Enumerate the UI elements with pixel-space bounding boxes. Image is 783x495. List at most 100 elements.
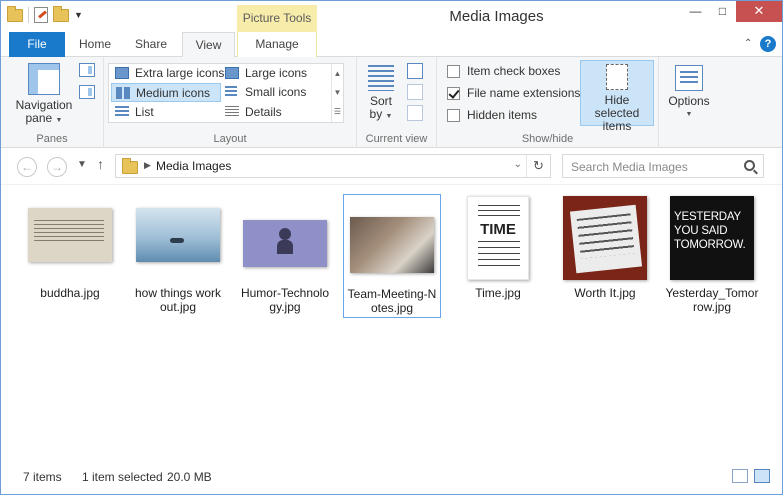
maximize-button[interactable]: □ bbox=[709, 1, 736, 22]
file-item-selected[interactable]: Team-Meeting-Notes.jpg bbox=[343, 194, 441, 318]
group-label-show-hide: Show/hide bbox=[521, 133, 574, 145]
breadcrumb-current[interactable]: Media Images bbox=[156, 159, 231, 173]
time-thumbnail-text: TIME bbox=[480, 221, 516, 238]
minimize-button[interactable]: — bbox=[682, 1, 709, 22]
large-icons-icon bbox=[225, 67, 239, 79]
address-bar[interactable]: ▶ Media Images ⌄ ↻ bbox=[115, 154, 551, 178]
file-label: Worth It.jpg bbox=[574, 286, 636, 300]
time-thumbnail: TIME bbox=[467, 196, 529, 280]
item-check-boxes-label: Item check boxes bbox=[467, 64, 561, 78]
file-name-extensions-label: File name extensions bbox=[467, 86, 581, 100]
item-check-boxes-checkbox[interactable] bbox=[447, 64, 460, 78]
breadcrumb-separator-icon[interactable]: ▶ bbox=[144, 160, 151, 171]
hide-selected-label-2: items bbox=[602, 119, 632, 133]
back-button[interactable]: ← bbox=[17, 157, 37, 177]
layout-extra-large-icons[interactable]: Extra large icons bbox=[111, 64, 225, 83]
title-bar: ▼ Picture Tools Media Images — □ ✕ bbox=[1, 1, 782, 32]
options-button[interactable]: Options ▼ bbox=[664, 65, 714, 121]
forward-button[interactable]: → bbox=[47, 157, 67, 177]
layout-list[interactable]: List bbox=[111, 103, 221, 122]
tab-share[interactable]: Share bbox=[123, 32, 179, 57]
layout-medium-label: Medium icons bbox=[136, 86, 211, 100]
team-meeting-thumbnail bbox=[350, 217, 434, 273]
navigation-bar: ← → ▼ ↑ ▶ Media Images ⌄ ↻ Search Media … bbox=[1, 149, 782, 185]
status-bar: 7 items 1 item selected 20.0 MB bbox=[1, 458, 782, 494]
recent-locations-icon[interactable]: ▼ bbox=[77, 159, 87, 170]
group-label-panes: Panes bbox=[36, 133, 68, 145]
search-input[interactable]: Search Media Images bbox=[562, 154, 764, 178]
file-item[interactable]: Worth It.jpg bbox=[556, 194, 654, 318]
group-by-icon[interactable] bbox=[407, 63, 423, 79]
tab-view[interactable]: View bbox=[182, 32, 235, 58]
file-item[interactable]: Humor-Technology.jpg bbox=[236, 194, 334, 318]
file-name-extensions-toggle[interactable]: File name extensions bbox=[447, 86, 580, 100]
add-columns-icon bbox=[407, 84, 423, 100]
list-icon bbox=[115, 106, 129, 118]
tab-manage[interactable]: Manage bbox=[237, 32, 317, 57]
sort-by-button[interactable]: Sort by ▼ bbox=[363, 65, 399, 123]
group-current-view: Sort by ▼ Current view bbox=[357, 57, 437, 148]
address-folder-icon bbox=[122, 158, 138, 174]
small-icons-icon bbox=[225, 86, 237, 98]
layout-small-icons[interactable]: Small icons bbox=[221, 83, 331, 102]
file-label: Humor-Technology.jpg bbox=[240, 286, 330, 314]
preview-pane-icon[interactable] bbox=[79, 63, 95, 77]
search-icon[interactable] bbox=[744, 160, 755, 171]
explorer-window: ▼ Picture Tools Media Images — □ ✕ File … bbox=[0, 0, 783, 495]
layout-gallery: Extra large icons Large icons Medium ico… bbox=[108, 63, 344, 123]
layout-details[interactable]: Details bbox=[221, 103, 331, 122]
sort-by-label-2: by ▼ bbox=[369, 107, 393, 121]
window-title: Media Images bbox=[449, 8, 544, 25]
details-icon bbox=[225, 106, 239, 118]
file-label: Time.jpg bbox=[475, 286, 521, 300]
large-icons-view-icon[interactable] bbox=[754, 469, 770, 483]
file-item[interactable]: TIME Time.jpg bbox=[449, 194, 547, 318]
file-item[interactable]: how things work out.jpg bbox=[129, 194, 227, 318]
options-dropdown-icon: ▼ bbox=[685, 111, 693, 118]
file-name-extensions-checkbox[interactable] bbox=[447, 86, 460, 100]
window-controls: — □ ✕ bbox=[682, 1, 782, 22]
layout-small-label: Small icons bbox=[245, 85, 307, 99]
humor-thumbnail bbox=[243, 220, 327, 267]
selection-count: 1 item selected bbox=[82, 470, 163, 484]
how-things-thumbnail bbox=[136, 208, 220, 262]
tab-file[interactable]: File bbox=[9, 32, 65, 57]
group-label-layout: Layout bbox=[213, 133, 247, 145]
hidden-items-toggle[interactable]: Hidden items bbox=[447, 108, 537, 122]
navigation-pane-button[interactable]: Navigation pane ▼ bbox=[11, 63, 77, 127]
navigation-pane-icon bbox=[28, 63, 60, 95]
layout-extra-large-label: Extra large icons bbox=[135, 66, 225, 80]
yesterday-thumbnail: YESTERDAY YOU SAID TOMORROW. bbox=[670, 196, 754, 280]
item-check-boxes-toggle[interactable]: Item check boxes bbox=[447, 64, 560, 78]
hidden-items-checkbox[interactable] bbox=[447, 108, 460, 122]
help-icon[interactable]: ? bbox=[760, 36, 776, 52]
hide-selected-items-button[interactable]: Hide selected items bbox=[580, 60, 654, 133]
medium-icons-icon bbox=[116, 87, 130, 99]
size-columns-icon bbox=[407, 105, 423, 121]
ribbon-right-controls: ⌃ ? bbox=[744, 36, 776, 52]
layout-medium-icons[interactable]: Medium icons bbox=[111, 83, 221, 102]
ribbon-view: Navigation pane ▼ Panes Layout Extra lar… bbox=[1, 57, 782, 148]
file-item[interactable]: buddha.jpg bbox=[21, 194, 119, 318]
minimize-ribbon-icon[interactable]: ⌃ bbox=[744, 39, 754, 49]
layout-large-icons[interactable]: Large icons bbox=[221, 64, 331, 83]
extra-large-icons-icon bbox=[115, 67, 129, 79]
tab-home[interactable]: Home bbox=[67, 32, 123, 57]
file-label: how things work out.jpg bbox=[134, 286, 222, 314]
item-count: 7 items bbox=[23, 470, 62, 484]
details-view-icon[interactable] bbox=[732, 469, 748, 483]
file-item[interactable]: YESTERDAY YOU SAID TOMORROW. Yesterday_T… bbox=[663, 194, 761, 318]
details-pane-icon[interactable] bbox=[79, 85, 95, 99]
close-button[interactable]: ✕ bbox=[736, 1, 782, 22]
options-label: Options bbox=[668, 94, 710, 108]
layout-gallery-scroll[interactable]: ▲ ▼ ☰ bbox=[331, 64, 343, 122]
up-button[interactable]: ↑ bbox=[97, 156, 104, 172]
options-icon bbox=[675, 65, 703, 91]
group-label-current-view: Current view bbox=[365, 133, 428, 145]
group-panes: Navigation pane ▼ Panes bbox=[1, 57, 104, 148]
refresh-button[interactable]: ↻ bbox=[526, 155, 550, 177]
selection-size: 20.0 MB bbox=[167, 470, 212, 484]
address-history-icon[interactable]: ⌄ bbox=[514, 159, 522, 170]
buddha-thumbnail bbox=[28, 208, 112, 262]
ribbon-tabs: File Home Share View Manage ⌃ ? bbox=[1, 32, 782, 58]
